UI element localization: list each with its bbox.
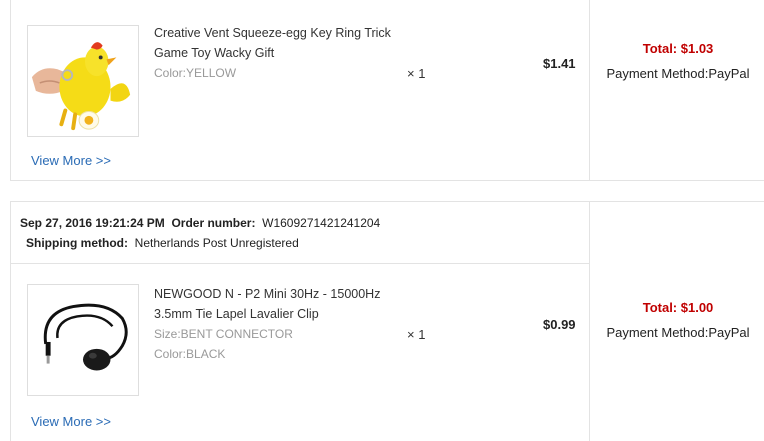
product-image[interactable] (27, 284, 139, 396)
product-color: Color:YELLOW (154, 66, 237, 80)
chicken-toy-image (31, 42, 131, 131)
product-title[interactable]: Creative Vent Squeeze-egg Key Ring Trick… (154, 23, 394, 63)
order-summary: Total: $1.03 Payment Method:PayPal (589, 0, 764, 180)
quantity: × 1 (407, 66, 426, 81)
payment-method: Payment Method:PayPal (606, 66, 750, 81)
order-total: Total: $1.00 (642, 300, 714, 315)
order-item: NEWGOOD N - P2 Mini 30Hz - 15000Hz 3.5mm… (11, 264, 589, 441)
product-color: Color:BLACK (154, 347, 226, 361)
order-header: Sep 27, 2016 19:21:24 PM Order number: W… (11, 202, 589, 264)
item-price: $1.41 (543, 56, 576, 71)
product-image[interactable] (27, 25, 139, 137)
view-more-link[interactable]: View More >> (31, 153, 111, 168)
shipping-method-label: Shipping method: (26, 236, 128, 250)
order-card: Sep 27, 2016 19:21:24 PM Order number: W… (10, 201, 764, 441)
product-size: Size:BENT CONNECTOR (154, 327, 293, 341)
order-card: Creative Vent Squeeze-egg Key Ring Trick… (10, 0, 764, 181)
product-title[interactable]: NEWGOOD N - P2 Mini 30Hz - 15000Hz 3.5mm… (154, 284, 394, 324)
order-date: Sep 27, 2016 19:21:24 PM (20, 216, 165, 230)
order-summary: Total: $1.00 Payment Method:PayPal (589, 202, 764, 441)
shipping-line: Shipping method: Netherlands Post Unregi… (20, 234, 589, 254)
lavalier-microphone-image (43, 303, 128, 371)
payment-method: Payment Method:PayPal (606, 325, 750, 340)
view-more-link[interactable]: View More >> (31, 414, 111, 429)
order-item: Creative Vent Squeeze-egg Key Ring Trick… (11, 0, 589, 181)
order-total: Total: $1.03 (642, 41, 714, 56)
item-price: $0.99 (543, 317, 576, 332)
order-number-label: Order number: (171, 216, 256, 230)
order-number: W1609271421241204 (262, 216, 381, 230)
quantity: × 1 (407, 327, 426, 342)
shipping-method: Netherlands Post Unregistered (134, 236, 299, 250)
order-meta-line: Sep 27, 2016 19:21:24 PM Order number: W… (20, 214, 589, 234)
